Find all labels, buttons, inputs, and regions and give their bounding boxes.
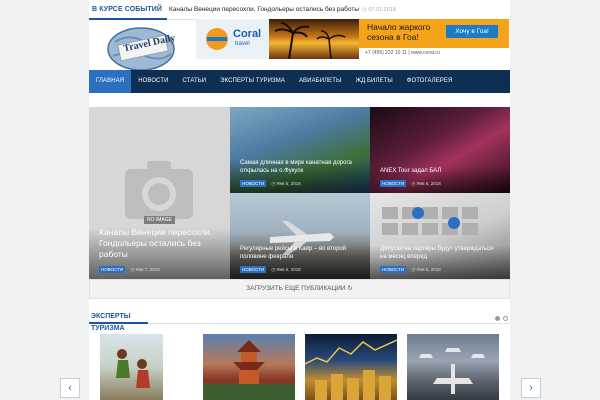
ticker-label: В КУРСЕ СОБЫТИЙ (89, 0, 167, 20)
nav-item-trains[interactable]: ЖД БИЛЕТЫ (348, 70, 399, 93)
ticker-date-text: 07.01.2018 (368, 6, 396, 13)
expert-thumb-pagoda[interactable] (203, 334, 295, 400)
hikers-image-icon (116, 349, 150, 388)
banner-sunset-image (269, 19, 359, 59)
tile-meta: НОВОСТИ ◷ Янв 6, 2018 (380, 180, 500, 187)
news-tile-cairo[interactable]: Регулярные рейсы в Каир – во второй поло… (230, 193, 370, 279)
expert-thumb-coins[interactable] (305, 334, 397, 400)
planes-image-icon (419, 348, 485, 394)
category-tag[interactable]: НОВОСТИ (380, 266, 407, 273)
banner-title: Начало жаркого сезона в Гоа! (367, 22, 431, 42)
nav-item-gallery[interactable]: ФОТОГАЛЕРЕЯ (400, 70, 460, 93)
coins-chart-image-icon (305, 339, 397, 400)
featured-title[interactable]: Каналы Венеции пересохли. Гондольеры ост… (99, 227, 220, 260)
nav-item-articles[interactable]: СТАТЬИ (176, 70, 214, 93)
banner-contact: +7 (495) 232 10 11 | www.coral.ru (359, 48, 509, 59)
news-ticker: В КУРСЕ СОБЫТИЙ Каналы Венеции пересохли… (89, 0, 510, 20)
noimage-label: NO IMAGE (144, 216, 176, 224)
carousel-dot-active[interactable] (495, 316, 500, 321)
banner-cta-button[interactable]: Хочу в Гоа! (446, 25, 498, 38)
tile-date-text: Янв 6, 2018 (416, 180, 441, 186)
refresh-icon: ↻ (347, 285, 353, 292)
palm-tree-icon (274, 22, 346, 59)
tile-date-text: Янв 5, 2018 (276, 266, 301, 272)
tile-date: ◷ Янв 6, 2018 (271, 181, 301, 187)
tile-overlay: ANEX Tour задал БАЛ НОВОСТИ ◷ Янв 6, 201… (370, 167, 510, 193)
tile-title[interactable]: Регулярные рейсы в Каир – во второй поло… (240, 245, 360, 261)
tile-date-text: Янв 6, 2018 (276, 180, 301, 186)
page-container: В КУРСЕ СОБЫТИЙ Каналы Венеции пересохли… (89, 0, 510, 400)
carousel-dot[interactable] (503, 316, 508, 321)
nav-item-news[interactable]: НОВОСТИ (131, 70, 175, 93)
tile-meta: НОВОСТИ ◷ Янв 7, 2018 (99, 266, 220, 273)
tile-overlay: Допуски на чартеры будут утверждаться на… (370, 245, 510, 279)
nav-item-experts[interactable]: ЭКСПЕРТЫ ТУРИЗМА (213, 70, 292, 93)
category-tag[interactable]: НОВОСТИ (380, 180, 407, 187)
load-more-label: ЗАГРУЗИТЬ ЕЩЕ ПУБЛИКАЦИИ (246, 285, 346, 292)
tile-date: ◷ Янв 5, 2018 (271, 267, 301, 273)
section-divider (148, 323, 510, 324)
featured-big-tile[interactable]: NO IMAGE Каналы Венеции пересохли. Гондо… (89, 107, 230, 279)
coral-logo-icon (206, 28, 228, 50)
nav-item-home[interactable]: ГЛАВНАЯ (89, 70, 132, 93)
load-more-button[interactable]: ЗАГРУЗИТЬ ЕЩЕ ПУБЛИКАЦИИ ↻ (89, 279, 510, 299)
tile-overlay: Каналы Венеции пересохли. Гондольеры ост… (89, 227, 230, 279)
carousel-next-arrow-icon[interactable]: › (521, 378, 541, 398)
clock-icon: ◷ (362, 6, 367, 13)
experts-section-title: ЭКСПЕРТЫ ТУРИЗМА (89, 311, 148, 332)
tile-meta: НОВОСТИ ◷ Янв 5, 2018 (380, 266, 500, 273)
main-nav: ГЛАВНАЯ НОВОСТИ СТАТЬИ ЭКСПЕРТЫ ТУРИЗМА … (89, 70, 510, 93)
expert-thumb-hikers[interactable] (100, 334, 163, 400)
banner-brand-block: Coral travel (196, 19, 269, 59)
banner-brand-sub: travel (235, 41, 250, 47)
banner-brand: Coral (233, 28, 262, 40)
tile-title[interactable]: ANEX Tour задал БАЛ (380, 167, 500, 175)
site-logo[interactable]: Travel Daily (97, 22, 189, 72)
tile-date: ◷ Янв 7, 2018 (130, 267, 160, 273)
tile-title[interactable]: Допуски на чартеры будут утверждаться на… (380, 245, 500, 261)
tile-overlay: Регулярные рейсы в Каир – во второй поло… (230, 245, 370, 279)
tile-overlay: Самая длинная в мире канатная дорога отк… (230, 159, 370, 193)
ticker-headline-link[interactable]: Каналы Венеции пересохли. Гондольеры ост… (169, 6, 359, 13)
news-tile-charters[interactable]: Допуски на чартеры будут утверждаться на… (370, 193, 510, 279)
tile-meta: НОВОСТИ ◷ Янв 5, 2018 (240, 266, 360, 273)
category-tag[interactable]: НОВОСТИ (99, 266, 126, 273)
tile-date-text: Янв 5, 2018 (416, 266, 441, 272)
ticker-date: ◷ 07.01.2018 (362, 7, 396, 13)
carousel-prev-arrow-icon[interactable]: ‹ (60, 378, 80, 398)
coral-ad-banner[interactable]: Coral travel Начало жаркого сезона в Гоа… (196, 19, 509, 59)
featured-grid: NO IMAGE Каналы Венеции пересохли. Гондо… (89, 107, 510, 279)
news-tile-cablecar[interactable]: Самая длинная в мире канатная дорога отк… (230, 107, 370, 193)
tile-meta: НОВОСТИ ◷ Янв 6, 2018 (240, 180, 360, 187)
news-tile-anex[interactable]: ANEX Tour задал БАЛ НОВОСТИ ◷ Янв 6, 201… (370, 107, 510, 193)
pagoda-image-icon (203, 340, 295, 400)
tile-date-text: Янв 7, 2018 (135, 266, 160, 272)
category-tag[interactable]: НОВОСТИ (240, 266, 267, 273)
expert-thumb-airport[interactable] (407, 334, 499, 400)
nav-item-flights[interactable]: АВИАБИЛЕТЫ (292, 70, 348, 93)
tile-date: ◷ Янв 6, 2018 (411, 181, 441, 187)
category-tag[interactable]: НОВОСТИ (240, 180, 267, 187)
tile-title[interactable]: Самая длинная в мире канатная дорога отк… (240, 159, 360, 175)
tile-date: ◷ Янв 5, 2018 (411, 267, 441, 273)
